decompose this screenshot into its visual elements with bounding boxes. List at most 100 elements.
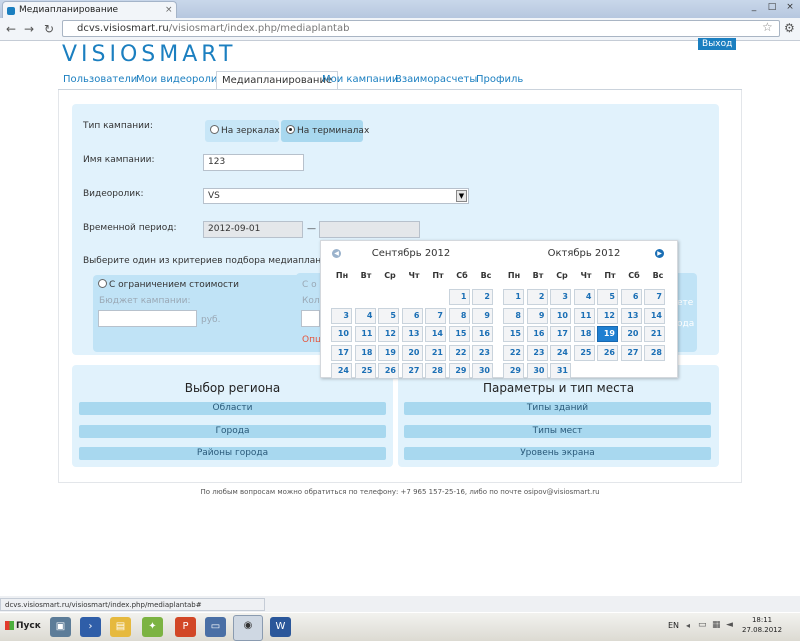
logout-button[interactable]: Выход (698, 38, 737, 50)
start-button[interactable]: Пуск (2, 616, 42, 637)
calendar-day[interactable]: 20 (620, 326, 642, 342)
calendar-day[interactable]: 16 (472, 326, 493, 342)
calendar-day[interactable]: 16 (526, 326, 548, 342)
tray-network-icon[interactable]: ▦ (712, 620, 721, 630)
calendar-day[interactable]: 6 (620, 289, 642, 305)
calendar-day[interactable]: 10 (550, 307, 571, 324)
tab-settlements[interactable]: Взаиморасчеты (390, 71, 482, 90)
calendar-day[interactable]: 24 (550, 344, 571, 361)
calendar-day[interactable]: 25 (573, 344, 595, 361)
folder-icon[interactable]: ▤ (110, 617, 131, 637)
tray-volume-icon[interactable]: ◄ (726, 620, 733, 630)
calendar-day[interactable]: 14 (644, 307, 665, 324)
calendar-day[interactable]: 21 (644, 326, 665, 342)
calendar-day[interactable]: 22 (503, 344, 524, 361)
calendar-day[interactable]: 4 (354, 307, 376, 324)
regions-oblasts-button[interactable]: Области (79, 402, 386, 415)
calendar-day[interactable]: 24 (331, 363, 352, 379)
clock[interactable]: 18:11 27.08.2012 (742, 615, 782, 635)
calendar-day[interactable]: 17 (331, 344, 352, 361)
criteria-cost-radio[interactable]: С ограничением стоимости (98, 279, 239, 290)
maximize-window-button[interactable]: □ (764, 2, 780, 13)
calendar-day[interactable]: 15 (448, 326, 470, 342)
calendar-day[interactable]: 13 (401, 326, 423, 342)
video-select[interactable]: VS ▼ (203, 188, 469, 204)
calendar-day[interactable]: 27 (401, 363, 423, 379)
calendar-day[interactable]: 11 (354, 326, 376, 342)
app-icon[interactable]: ✦ (142, 617, 163, 637)
calendar-day[interactable]: 23 (526, 344, 548, 361)
calendar-day[interactable]: 30 (472, 363, 493, 379)
calendar-day[interactable]: 5 (597, 289, 618, 305)
calendar-day[interactable]: 7 (425, 307, 446, 324)
forward-icon[interactable]: → (20, 20, 38, 38)
calendar-day[interactable]: 8 (448, 307, 470, 324)
calendar-day[interactable]: 18 (354, 344, 376, 361)
calendar-day[interactable]: 22 (448, 344, 470, 361)
calendar-day[interactable]: 31 (550, 363, 571, 379)
calendar-day[interactable]: 1 (448, 289, 470, 305)
calendar-day[interactable]: 9 (472, 307, 493, 324)
bookmark-star-icon[interactable]: ☆ (762, 20, 773, 35)
calendar-day[interactable]: 5 (378, 307, 399, 324)
calendar-day[interactable]: 13 (620, 307, 642, 324)
chrome-icon[interactable]: ◉ (233, 615, 263, 641)
calendar-day[interactable]: 2 (472, 289, 493, 305)
powerpoint-icon[interactable]: P (175, 617, 196, 637)
calendar-day[interactable]: 12 (597, 307, 618, 324)
calendar-day[interactable]: 30 (526, 363, 548, 379)
calendar-day[interactable]: 20 (401, 344, 423, 361)
calendar-day[interactable]: 7 (644, 289, 665, 305)
radio-on-terminals[interactable]: На терминалах (281, 120, 369, 142)
browser-tab[interactable]: Медиапланирование × (2, 1, 177, 18)
regions-districts-button[interactable]: Районы города (79, 447, 386, 460)
period-start-input[interactable]: 2012-09-01 (203, 221, 303, 238)
calendar-day[interactable]: 29 (448, 363, 470, 379)
address-bar[interactable]: dcvs.visiosmart.ru/visiosmart/index.php/… (62, 20, 780, 37)
calendar-day[interactable]: 29 (503, 363, 524, 379)
back-icon[interactable]: ← (2, 20, 20, 38)
calendar-day[interactable]: 21 (425, 344, 446, 361)
calendar-day[interactable]: 14 (425, 326, 446, 342)
language-indicator[interactable]: EN (668, 621, 679, 630)
calendar-day[interactable]: 6 (401, 307, 423, 324)
calendar-day-selected[interactable]: 19 (597, 326, 618, 342)
regions-cities-button[interactable]: Города (79, 425, 386, 438)
calendar-day[interactable]: 9 (526, 307, 548, 324)
computer-icon[interactable]: ▭ (205, 617, 226, 637)
calendar-day[interactable]: 11 (573, 307, 595, 324)
place-types-button[interactable]: Типы мест (404, 425, 711, 438)
minimize-window-button[interactable]: _ (746, 2, 762, 13)
calendar-day[interactable]: 26 (597, 344, 618, 361)
chevron-down-icon[interactable]: ▼ (456, 190, 467, 202)
word-icon[interactable]: W (270, 617, 291, 637)
calendar-day[interactable]: 19 (378, 344, 399, 361)
budget-input[interactable] (98, 310, 197, 327)
powershell-icon[interactable]: › (80, 617, 101, 637)
network-icon[interactable]: ▣ (50, 617, 71, 637)
calendar-day[interactable]: 4 (573, 289, 595, 305)
calendar-day[interactable]: 3 (331, 307, 352, 324)
close-window-button[interactable]: × (782, 2, 798, 13)
tab-profile[interactable]: Профиль (471, 71, 528, 90)
period-end-input[interactable] (319, 221, 420, 238)
calendar-day[interactable]: 3 (550, 289, 571, 305)
calendar-day[interactable]: 26 (378, 363, 399, 379)
campaign-name-input[interactable]: 123 (203, 154, 304, 171)
tab-users[interactable]: Пользователи (58, 71, 142, 90)
calendar-day[interactable]: 2 (526, 289, 548, 305)
tray-display-icon[interactable]: ▭ (698, 620, 707, 630)
calendar-day[interactable]: 27 (620, 344, 642, 361)
close-tab-icon[interactable]: × (165, 2, 173, 19)
calendar-day[interactable]: 28 (425, 363, 446, 379)
building-types-button[interactable]: Типы зданий (404, 402, 711, 415)
calendar-day[interactable]: 12 (378, 326, 399, 342)
wrench-icon[interactable]: ⚙ (784, 21, 795, 35)
criteria-second-input[interactable] (301, 310, 320, 327)
calendar-day[interactable]: 28 (644, 344, 665, 361)
reload-icon[interactable]: ↻ (40, 20, 58, 38)
calendar-day[interactable]: 1 (503, 289, 524, 305)
calendar-day[interactable]: 8 (503, 307, 524, 324)
screen-level-button[interactable]: Уровень экрана (404, 447, 711, 460)
calendar-day[interactable]: 25 (354, 363, 376, 379)
